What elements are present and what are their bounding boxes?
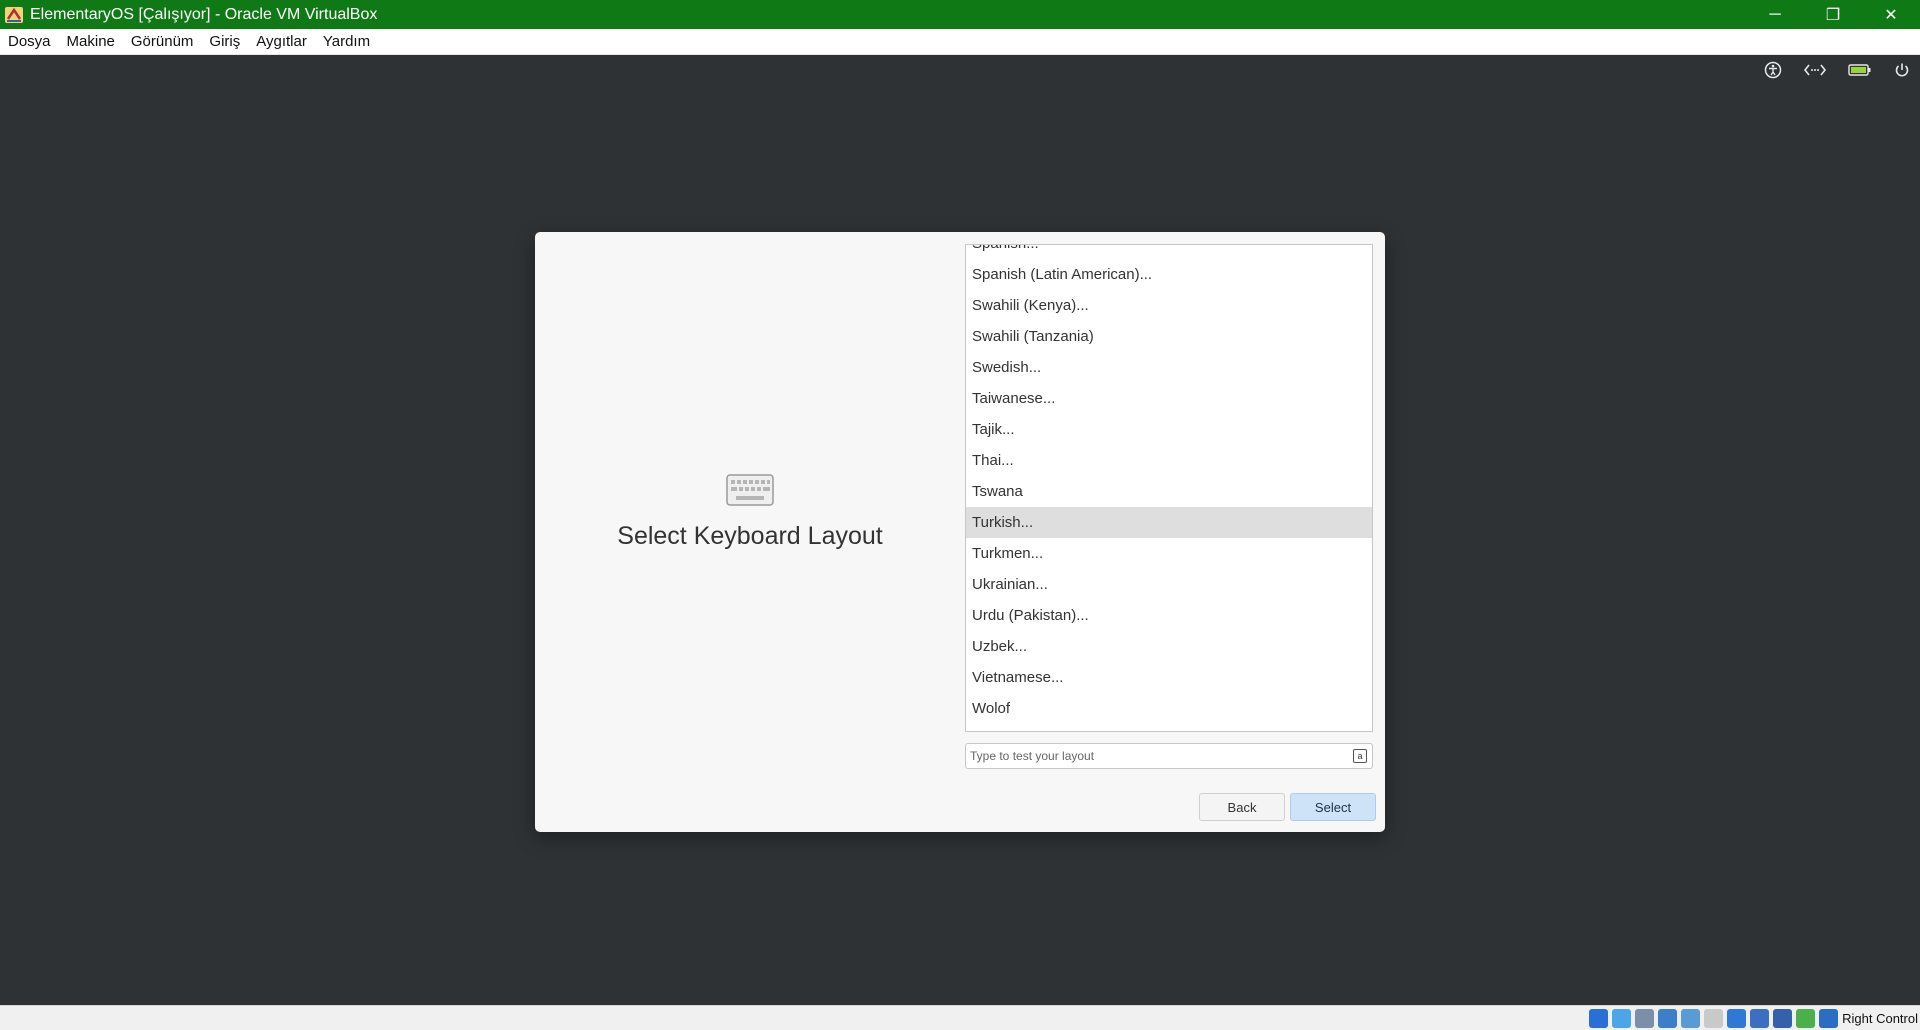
- dialog-title: Select Keyboard Layout: [617, 522, 883, 550]
- keyboard-layout-list-items: Spanish...Spanish (Latin American)...Swa…: [966, 245, 1372, 724]
- window-controls: ─ ❐ ✕: [1746, 0, 1920, 29]
- layout-list-item[interactable]: Swedish...: [966, 352, 1372, 383]
- layout-list-item[interactable]: Swahili (Tanzania): [966, 321, 1372, 352]
- hard-disk-icon[interactable]: [1589, 1009, 1608, 1028]
- recording-icon[interactable]: [1750, 1009, 1769, 1028]
- dialog-header-pane: Select Keyboard Layout: [535, 232, 965, 832]
- menu-bar: Dosya Makine Görünüm Giriş Aygıtlar Yard…: [0, 29, 1920, 55]
- layout-list-item[interactable]: Taiwanese...: [966, 383, 1372, 414]
- keyboard-layout-list[interactable]: Spanish...Spanish (Latin American)...Swa…: [965, 244, 1373, 732]
- battery-icon[interactable]: [1848, 60, 1872, 80]
- layout-list-item[interactable]: Turkmen...: [966, 538, 1372, 569]
- restore-button[interactable]: ❐: [1804, 0, 1862, 29]
- window-titlebar[interactable]: ElementaryOS [Çalışıyor] - Oracle VM Vir…: [0, 0, 1920, 29]
- layout-list-item[interactable]: Tswana: [966, 476, 1372, 507]
- network-adapter-icon[interactable]: [1658, 1009, 1677, 1028]
- audio-icon[interactable]: [1635, 1009, 1654, 1028]
- status-icons: [1589, 1009, 1838, 1028]
- layout-list-item[interactable]: Swahili (Kenya)...: [966, 290, 1372, 321]
- layout-list-item[interactable]: Thai...: [966, 445, 1372, 476]
- display-icon[interactable]: [1727, 1009, 1746, 1028]
- guest-additions-icon[interactable]: [1796, 1009, 1815, 1028]
- window-title: ElementaryOS [Çalışıyor] - Oracle VM Vir…: [30, 5, 378, 23]
- back-button[interactable]: Back: [1199, 793, 1285, 821]
- minimize-button[interactable]: ─: [1746, 0, 1804, 29]
- layout-list-item[interactable]: Turkish...: [966, 507, 1372, 538]
- menu-dosya[interactable]: Dosya: [0, 33, 59, 50]
- vm-status-bar: Right Control: [0, 1005, 1920, 1030]
- guest-indicators: [1764, 58, 1910, 82]
- optical-drive-icon[interactable]: [1612, 1009, 1631, 1028]
- select-button[interactable]: Select: [1290, 793, 1376, 821]
- power-icon[interactable]: [1894, 60, 1910, 80]
- layout-test-input[interactable]: [970, 749, 1340, 763]
- network-icon[interactable]: [1804, 60, 1826, 80]
- menu-yardim[interactable]: Yardım: [315, 33, 378, 50]
- virtualbox-app-icon: [3, 4, 25, 26]
- menu-gorunum[interactable]: Görünüm: [123, 33, 202, 50]
- layout-list-item[interactable]: Vietnamese...: [966, 662, 1372, 693]
- mouse-integration-icon[interactable]: [1819, 1009, 1838, 1028]
- menu-makine[interactable]: Makine: [59, 33, 123, 50]
- keyboard-layout-indicator-icon[interactable]: a: [1353, 749, 1367, 763]
- vt-x-icon[interactable]: [1773, 1009, 1792, 1028]
- layout-list-item[interactable]: Tajik...: [966, 414, 1372, 445]
- usb-icon[interactable]: [1681, 1009, 1700, 1028]
- host-key-label: Right Control: [1842, 1011, 1918, 1026]
- layout-list-item[interactable]: Urdu (Pakistan)...: [966, 600, 1372, 631]
- close-button[interactable]: ✕: [1862, 0, 1920, 29]
- layout-list-item[interactable]: Wolof: [966, 693, 1372, 724]
- layout-list-item[interactable]: Spanish (Latin American)...: [966, 259, 1372, 290]
- keyboard-layout-dialog: Select Keyboard Layout Spanish...Spanish…: [535, 232, 1385, 832]
- shared-folders-icon[interactable]: [1704, 1009, 1723, 1028]
- layout-list-item[interactable]: Ukrainian...: [966, 569, 1372, 600]
- layout-list-item[interactable]: Uzbek...: [966, 631, 1372, 662]
- accessibility-icon[interactable]: [1764, 60, 1782, 80]
- keyboard-icon: [726, 474, 774, 506]
- menu-aygitlar[interactable]: Aygıtlar: [248, 33, 315, 50]
- layout-list-item[interactable]: Spanish...: [966, 245, 1372, 259]
- layout-test-field[interactable]: a: [965, 743, 1373, 769]
- menu-giris[interactable]: Giriş: [201, 33, 248, 50]
